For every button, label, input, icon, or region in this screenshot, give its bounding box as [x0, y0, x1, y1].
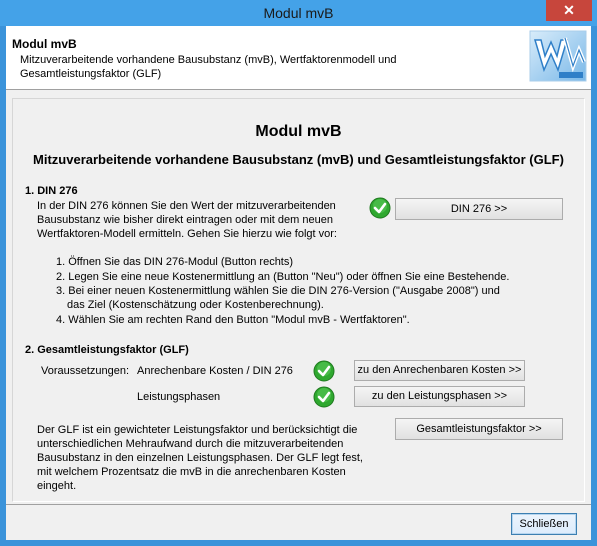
- glf-button[interactable]: Gesamtleistungsfaktor >>: [395, 418, 563, 440]
- check-icon: [369, 197, 391, 219]
- phases-button[interactable]: zu den Leistungsphasen >>: [354, 386, 525, 407]
- din276-button[interactable]: DIN 276 >>: [395, 198, 563, 220]
- header-band: Modul mvB Mitzuverarbeitende vorhandene …: [6, 26, 591, 90]
- close-dialog-button[interactable]: Schließen: [511, 513, 577, 535]
- window-title: Modul mvB: [263, 5, 334, 21]
- section1-heading: 1. DIN 276: [25, 185, 78, 197]
- dialog-client: Modul mvB Mitzuverarbeitende vorhandene …: [6, 26, 591, 540]
- header-description: Mitzuverarbeitende vorhandene Bausubstan…: [20, 54, 397, 80]
- main-title: Modul mvB: [255, 123, 342, 140]
- prereq-costs-label: Anrechenbare Kosten / DIN 276: [137, 365, 293, 377]
- header-title: Modul mvB: [12, 37, 77, 51]
- prereq-label: Voraussetzungen:: [41, 365, 130, 377]
- title-bar[interactable]: Modul mvB ✕: [0, 0, 597, 26]
- section2-heading: 2. Gesamtleistungsfaktor (GLF): [25, 344, 189, 356]
- main-subtitle: Mitzuverarbeitende vorhandene Bausubstan…: [33, 152, 564, 167]
- window-close-button[interactable]: ✕: [546, 0, 592, 21]
- step-3: 3. Bei einer neuen Kostenermittlung wähl…: [56, 285, 500, 297]
- check-icon: [313, 386, 335, 408]
- app-window: Modul mvB ✕ Modul mvB Mitzuverarbeitende…: [0, 0, 597, 546]
- prereq-phases-label: Leistungsphasen: [137, 391, 221, 403]
- check-icon: [313, 360, 335, 382]
- step-1: 1. Öffnen Sie das DIN 276-Modul (Button …: [56, 256, 294, 268]
- costs-button[interactable]: zu den Anrechenbaren Kosten >>: [354, 360, 525, 381]
- footer-divider: [6, 504, 591, 505]
- w-logo-icon: [529, 30, 587, 82]
- content-panel: Modul mvB Mitzuverarbeitende vorhandene …: [12, 98, 585, 502]
- step-4: 4. Wählen Sie am rechten Rand den Button…: [56, 314, 410, 326]
- section1-intro: In der DIN 276 können Sie den Wert der m…: [37, 200, 337, 240]
- step-3-cont: das Ziel (Kostenschätzung oder Kostenber…: [67, 299, 324, 311]
- glf-description: Der GLF ist ein gewichteter Leistungsfak…: [37, 424, 363, 492]
- step-2: 2. Legen Sie eine neue Kostenermittlung …: [56, 271, 510, 283]
